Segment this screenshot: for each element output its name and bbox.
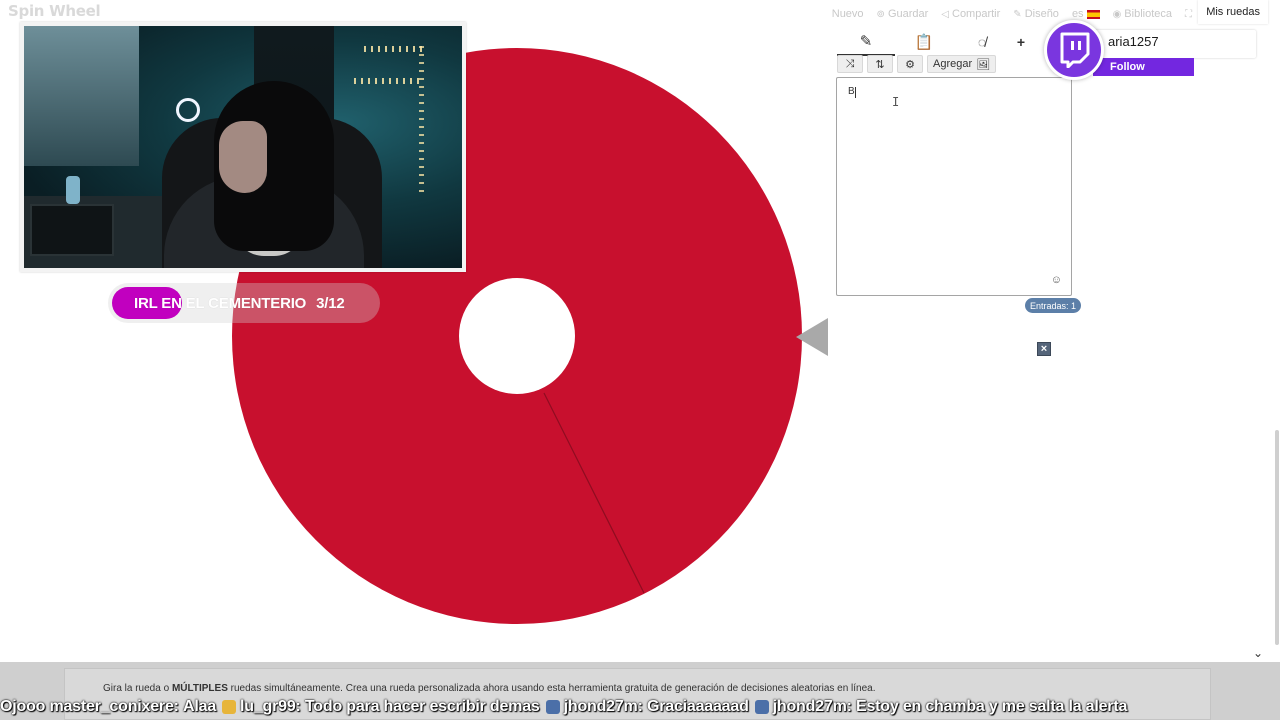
string-lights [364,46,424,52]
chat-message: jhond27m: Graciaaaaaad [545,698,749,716]
app-root: Spin Wheel Nuevo ⊚ Guardar ◁ Compartir ✎… [0,0,1280,720]
nav-save-label: Guardar [887,8,929,20]
chat-text: Todo para hacer escribir demas [304,698,540,715]
chat-text: Estoy en chamba y me salta la alerta [856,698,1128,715]
ring-light-icon [176,98,200,122]
follow-label: Follow [1110,61,1145,73]
nav-library-label: Biblioteca [1124,8,1172,20]
nav-fullscreen-button[interactable]: ⛶ [1185,9,1192,20]
chat-badge-icon [545,700,560,714]
editor-toolbar: ⤨ ⇅ ⚙ Agregar 🖼 [837,55,997,75]
ibeam-cursor-icon: I [892,95,900,109]
globe-icon: ◉ [1112,8,1122,20]
tab-hidden[interactable]: ◌̸ [953,28,1011,56]
my-wheels-button[interactable]: Mis ruedas [1198,0,1268,24]
nav-language-button[interactable]: es [1072,8,1100,20]
nav-design-label: Diseño [1024,8,1059,20]
stream-title: IRL EN EL CEMENTERIO [134,294,307,312]
chat-message: lu_gr99: Todo para hacer escribir demas [222,698,540,716]
image-icon: 🖼 [976,58,991,71]
add-button-label: Agregar [933,58,973,70]
nav-share-button[interactable]: ◁ Compartir [941,8,1000,20]
entries-textarea[interactable]: B ☺ [836,77,1072,296]
chevron-down-icon[interactable]: ⌄ [1253,646,1263,660]
clipboard-icon: 📋 [914,34,934,51]
wheel-center-hub[interactable] [459,278,575,394]
stream-title-text: IRL EN EL CEMENTERIO 3/12 [134,295,345,312]
flag-es-icon [1086,9,1100,19]
twitch-glyph-icon [1060,32,1090,68]
chat-text: Alaa [183,698,217,715]
twitch-username: aria1257 [1108,34,1159,49]
chat-badge-icon [222,700,237,714]
fullscreen-icon: ⛶ [1185,8,1192,20]
app-logo[interactable]: Spin Wheel [8,2,101,20]
plus-icon: + [1016,34,1026,50]
stream-title-badge: IRL EN EL CEMENTERIO 3/12 [108,283,380,323]
wheel-pointer-icon [796,318,828,356]
shuffle-button[interactable]: ⤨ [837,55,863,73]
streamer-face [219,121,267,193]
gear-icon: ⚙ [905,58,915,71]
add-wheel-tab[interactable]: + [1011,28,1031,56]
footer-desc-bold: MÚLTIPLES [171,683,228,694]
nav-design-button[interactable]: ✎ Diseño [1013,8,1059,20]
twitch-follow-button[interactable]: Follow [1093,58,1194,76]
share-icon: ◁ [941,8,949,20]
close-icon[interactable]: × [1037,342,1051,356]
top-nav: Nuevo ⊚ Guardar ◁ Compartir ✎ Diseño es … [832,6,1192,22]
nav-save-button[interactable]: ⊚ Guardar [877,8,929,20]
entry-line: B [848,86,855,97]
scrollbar-thumb[interactable] [1275,430,1279,645]
chat-message: jhond27m: Estoy en chamba y me salta la … [754,698,1128,716]
chat-user: lu_gr99 [240,698,296,715]
chat-badge-icon [754,700,769,714]
chat-user: jhond27m [772,698,847,715]
add-image-button[interactable]: Agregar 🖼 [927,55,997,73]
nav-language-label: es [1071,8,1084,20]
text-caret [855,87,856,98]
tab-results[interactable]: 📋 [895,28,953,56]
chat-message: Ojooo master_conixere: Alaa [0,698,217,715]
webcam-monitor [30,204,114,256]
string-lights [419,46,424,196]
nav-new-label: Nuevo [831,8,864,20]
webcam-overlay [20,22,466,272]
footer-desc-post: ruedas simultáneamente. Crea una rueda p… [227,683,876,694]
chat-text: Graciaaaaaad [646,698,749,715]
nav-new-button[interactable]: Nuevo [832,8,864,20]
nav-share-label: Compartir [952,8,1001,20]
twitch-logo-icon [1044,20,1104,80]
chat-user: Ojooo master_conixere [0,698,174,715]
page-scrollbar[interactable] [1274,0,1280,662]
sort-button[interactable]: ⇅ [867,55,893,73]
string-lights [354,78,424,84]
webcam-bottle [66,176,80,204]
webcam-window [24,26,139,166]
shuffle-icon: ⤨ [845,57,855,70]
save-icon: ⊚ [876,8,885,20]
pencil-icon: ✎ [859,33,873,50]
footer-desc-pre: Gira la rueda o [103,683,172,694]
nav-library-button[interactable]: ◉ Biblioteca [1113,8,1172,20]
emoji-icon[interactable]: ☺ [1051,274,1062,286]
entries-count-badge: Entradas: 1 [1025,298,1082,313]
sort-icon: ⇅ [875,58,885,71]
settings-button[interactable]: ⚙ [897,55,923,73]
brush-icon: ✎ [1013,8,1022,20]
eye-slash-icon: ◌̸ [977,34,987,50]
chat-ticker: Ojooo master_conixere: Alaa lu_gr99: Tod… [0,696,1280,718]
footer-description: Gira la rueda o MÚLTIPLES ruedas simultá… [103,683,876,694]
tab-entries[interactable]: ✎ [837,28,895,56]
chat-user: jhond27m [563,698,638,715]
stream-title-count: 3/12 [316,294,345,312]
